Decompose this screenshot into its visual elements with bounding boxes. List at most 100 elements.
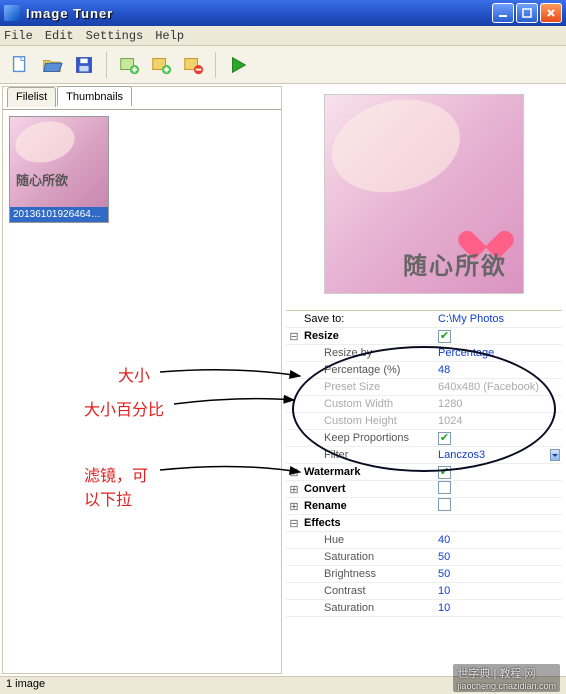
row-percentage[interactable]: Percentage (%)48 [286,362,562,379]
open-button[interactable] [38,51,66,79]
expand-icon[interactable]: ⊞ [286,483,302,496]
row-watermark[interactable]: ⊞Watermark✔ [286,464,562,481]
row-resize[interactable]: ⊟Resize✔ [286,328,562,345]
label-convert: Convert [302,483,436,495]
collapse-icon[interactable]: ⊟ [286,330,302,343]
collapse-icon[interactable]: ⊟ [286,517,302,530]
value-saturation[interactable]: 50 [436,551,562,563]
label-saturation: Saturation [302,551,436,563]
tab-filelist[interactable]: Filelist [7,87,56,107]
label-custom-height: Custom Height [302,415,436,427]
row-filter[interactable]: FilterLanczos3 [286,447,562,464]
label-resize-by: Resize by [302,347,436,359]
row-custom-width: Custom Width1280 [286,396,562,413]
menu-settings[interactable]: Settings [86,29,144,43]
label-rename: Rename [302,500,436,512]
properties-panel: Save to:C:\My Photos ⊟Resize✔ Resize byP… [286,310,562,674]
row-brightness[interactable]: Brightness50 [286,566,562,583]
maximize-button[interactable] [516,3,538,23]
preview-image: 随心所欲 [324,94,524,294]
row-contrast[interactable]: Contrast10 [286,583,562,600]
add-image-button[interactable] [115,51,143,79]
thumbnail-image: 随心所欲 [10,117,108,207]
value-custom-width: 1280 [436,398,562,410]
value-filter[interactable]: Lanczos3 [436,449,550,461]
checkbox-resize[interactable]: ✔ [438,330,451,343]
remove-image-button[interactable] [179,51,207,79]
toolbar [0,46,566,84]
row-keep-proportions[interactable]: Keep Proportions✔ [286,430,562,447]
thumbnail-overlay-text: 随心所欲 [16,170,68,189]
watermark-line1: 世字典 | 教程 网 [457,665,556,681]
window-title: Image Tuner [26,6,492,21]
menu-file[interactable]: File [4,29,33,43]
value-resize-by[interactable]: Percentage [436,347,562,359]
row-save-to[interactable]: Save to:C:\My Photos [286,311,562,328]
tabs: Filelist Thumbnails [7,85,133,105]
row-hue[interactable]: Hue40 [286,532,562,549]
row-custom-height: Custom Height1024 [286,413,562,430]
row-effects[interactable]: ⊟Effects [286,515,562,532]
row-saturation2[interactable]: Saturation10 [286,600,562,617]
thumbnail-item[interactable]: 随心所欲 2013610192646468... [9,116,109,223]
label-hue: Hue [302,534,436,546]
annotation-filter2: 以下拉 [84,486,132,510]
new-button[interactable] [6,51,34,79]
close-button[interactable] [540,3,562,23]
label-filter: Filter [302,449,436,461]
add-folder-button[interactable] [147,51,175,79]
annotation-filter1: 滤镜，可 [84,462,148,486]
tab-thumbnails[interactable]: Thumbnails [57,86,132,106]
site-watermark: 世字典 | 教程 网 jiaocheng.chazidian.com [453,664,560,692]
menubar: File Edit Settings Help [0,26,566,46]
label-watermark: Watermark [302,466,436,478]
thumbnail-filename: 2013610192646468... [10,207,108,222]
label-custom-width: Custom Width [302,398,436,410]
checkbox-convert[interactable] [438,481,451,494]
label-brightness: Brightness [302,568,436,580]
window-controls [492,3,562,23]
separator [215,52,216,78]
row-saturation[interactable]: Saturation50 [286,549,562,566]
row-preset-size: Preset Size640x480 (Facebook) [286,379,562,396]
label-contrast: Contrast [302,585,436,597]
value-custom-height: 1024 [436,415,562,427]
checkbox-keep[interactable]: ✔ [438,432,451,445]
label-save-to: Save to: [302,313,436,325]
preview-area: 随心所欲 [286,90,562,310]
label-keep: Keep Proportions [302,432,436,444]
expand-icon[interactable]: ⊞ [286,500,302,513]
row-convert[interactable]: ⊞Convert [286,481,562,498]
dropdown-icon[interactable] [550,449,560,461]
thumbnails-area[interactable]: 随心所欲 2013610192646468... [3,109,281,673]
label-saturation2: Saturation [302,602,436,614]
value-percentage[interactable]: 48 [436,364,562,376]
row-rename[interactable]: ⊞Rename [286,498,562,515]
checkbox-rename[interactable] [438,498,451,511]
label-preset: Preset Size [302,381,436,393]
checkbox-watermark[interactable]: ✔ [438,466,451,479]
value-contrast[interactable]: 10 [436,585,562,597]
value-saturation2[interactable]: 10 [436,602,562,614]
status-text: 1 image [6,678,45,690]
minimize-button[interactable] [492,3,514,23]
content: Filelist Thumbnails 随心所欲 201361019264646… [0,84,566,676]
menu-help[interactable]: Help [155,29,184,43]
separator [106,52,107,78]
label-effects: Effects [302,517,436,529]
right-pane: 随心所欲 Save to:C:\My Photos ⊟Resize✔ Resiz… [282,84,566,676]
value-brightness[interactable]: 50 [436,568,562,580]
label-percentage: Percentage (%) [302,364,436,376]
label-resize: Resize [302,330,436,342]
save-button[interactable] [70,51,98,79]
value-save-to[interactable]: C:\My Photos [436,313,562,325]
row-resize-by[interactable]: Resize byPercentage [286,345,562,362]
expand-icon[interactable]: ⊞ [286,466,302,479]
watermark-line2: jiaocheng.chazidian.com [457,681,556,691]
run-button[interactable] [224,51,252,79]
annotation-size-pct: 大小百分比 [84,396,164,420]
value-preset: 640x480 (Facebook) [436,381,562,393]
annotation-size: 大小 [118,362,150,386]
value-hue[interactable]: 40 [436,534,562,546]
menu-edit[interactable]: Edit [45,29,74,43]
